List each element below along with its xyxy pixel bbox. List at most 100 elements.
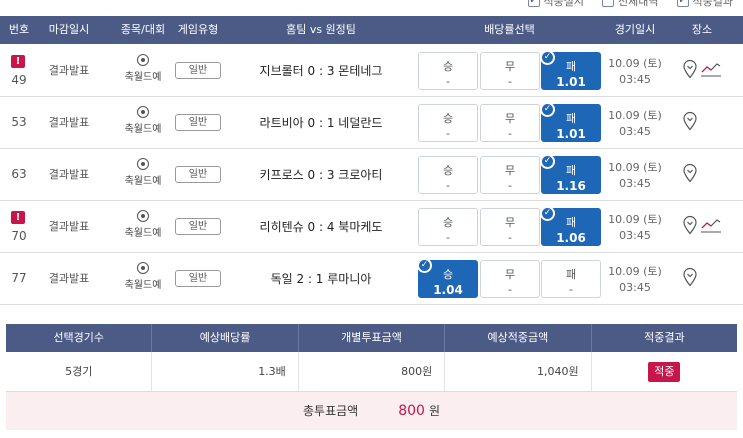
- check-icon: ✓: [540, 206, 555, 221]
- match-row: ! 70 결과발표 축월드예 일반 리히텐슈 0 : 4 북마케도 승 - 무 - ✓ 패 1.06 10…: [0, 201, 743, 253]
- league-name: 축월드예: [124, 124, 162, 135]
- summary-header-games: 선택경기수: [6, 324, 153, 352]
- sport-league: 축월드예: [108, 210, 178, 239]
- checkbox-icon[interactable]: ✓: [676, 0, 689, 7]
- odds-value: -: [508, 179, 512, 192]
- league-name: 축월드예: [124, 280, 162, 291]
- sport-league: 축월드예: [108, 54, 178, 83]
- odds-lose-button[interactable]: ✓ 패 1.06: [540, 206, 601, 246]
- odds-label: 무: [504, 268, 516, 281]
- location-pin-icon[interactable]: [682, 111, 698, 131]
- game-type-badge: 일반: [175, 218, 221, 235]
- odds-value: 1.16: [556, 179, 586, 193]
- odds-draw-button[interactable]: 무-: [480, 156, 540, 194]
- total-label: 총투표금액: [303, 404, 359, 418]
- odds-draw-button[interactable]: 무-: [480, 208, 540, 246]
- deadline: 결과발표: [48, 64, 90, 77]
- match-date: 10.09 (토): [608, 161, 662, 174]
- match-time: 03:45: [619, 229, 651, 242]
- summary-body: 5경기 1.3배 800원 1,040원 적중: [6, 352, 737, 392]
- alert-icon: !: [11, 211, 25, 224]
- odds-draw-button[interactable]: 무-: [480, 260, 540, 298]
- game-type-badge: 일반: [175, 270, 221, 287]
- odds-lose-button[interactable]: ✓ 패 1.01: [540, 50, 601, 90]
- match-teams[interactable]: 라트비아 0 : 1 네덜란드: [236, 97, 406, 149]
- header-num: 번호: [8, 23, 30, 36]
- trend-chart-icon[interactable]: [700, 215, 722, 235]
- odds-win-button[interactable]: ✓ 승 1.04: [417, 258, 478, 298]
- league-name: 축월드예: [124, 72, 162, 83]
- match-num: 77: [0, 253, 38, 305]
- odds-lose-button[interactable]: ✓ 패 1.01: [540, 102, 601, 142]
- odds-value: 1.01: [556, 75, 586, 89]
- check-icon: ✓: [417, 258, 432, 273]
- match-time: 03:45: [619, 125, 651, 138]
- soccer-ball-icon: [137, 210, 149, 222]
- match-number: 70: [11, 229, 27, 243]
- odds-value: -: [569, 283, 573, 296]
- game-type-badge: 일반: [175, 166, 221, 183]
- filter-all[interactable]: 전체내역: [602, 0, 659, 8]
- summary-bet: 800원: [299, 352, 446, 391]
- odds-label: 무: [504, 216, 516, 229]
- odds-label: 승: [442, 112, 454, 125]
- match-num: 53: [0, 97, 38, 149]
- trend-chart-icon[interactable]: [700, 59, 722, 79]
- odds-lose-button[interactable]: 패-: [541, 260, 601, 298]
- total-amount: 800: [398, 403, 425, 419]
- soccer-ball-icon: [137, 262, 149, 274]
- summary-header: 선택경기수 예상배당률 개별투표금액 예상적중금액 적중결과: [6, 324, 737, 352]
- match-datetime: 10.09 (토) 03:45: [604, 108, 666, 140]
- match-datetime: 10.09 (토) 03:45: [604, 212, 666, 244]
- match-teams[interactable]: 리히텐슈 0 : 4 북마케도: [236, 201, 406, 253]
- sport-league: 축월드예: [108, 106, 178, 135]
- checkbox-icon[interactable]: [602, 0, 615, 7]
- sport-league: 축월드예: [108, 158, 178, 187]
- location-pin-icon[interactable]: [682, 163, 698, 183]
- filter-hit-result[interactable]: ✓ 적중결과: [676, 0, 733, 8]
- filter-hit-live[interactable]: ✓ 적중실시: [527, 0, 584, 8]
- odds-value: -: [446, 179, 450, 192]
- header-game-type: 게임유형: [177, 23, 219, 36]
- match-datetime: 10.09 (토) 03:45: [604, 160, 666, 192]
- odds-value: -: [446, 75, 450, 88]
- match-row: 63 결과발표 축월드예 일반 키프로스 0 : 3 크로아티 승 - 무 - ✓ 패 1.16 10.…: [0, 149, 743, 201]
- deadline: 결과발표: [48, 116, 90, 129]
- match-number: 77: [11, 271, 27, 285]
- match-teams[interactable]: 독일 2 : 1 루마니아: [236, 253, 406, 305]
- odds-lose-button[interactable]: ✓ 패 1.16: [540, 154, 601, 194]
- header-match: 홈팀 vs 원정팀: [286, 23, 356, 36]
- match-date: 10.09 (토): [608, 213, 662, 226]
- location-pin-icon[interactable]: [682, 267, 698, 287]
- check-icon: ✓: [540, 102, 555, 117]
- match-time: 03:45: [619, 177, 651, 190]
- match-teams[interactable]: 키프로스 0 : 3 크로아티: [236, 149, 406, 201]
- odds-win-button[interactable]: 승-: [418, 104, 478, 142]
- checkbox-icon[interactable]: ✓: [527, 0, 540, 7]
- odds-label: 패: [565, 268, 577, 281]
- deadline: 결과발표: [48, 272, 90, 285]
- summary-header-expected: 예상적중금액: [445, 324, 592, 352]
- match-num: 63: [0, 149, 38, 201]
- odds-draw-button[interactable]: 무-: [480, 104, 540, 142]
- header-deadline: 마감일시: [48, 23, 90, 36]
- match-date: 10.09 (토): [608, 57, 662, 70]
- venue: [682, 267, 698, 287]
- summary-games: 5경기: [6, 352, 153, 391]
- match-teams[interactable]: 지브롤터 0 : 3 몬테네그: [236, 45, 406, 97]
- odds-draw-button[interactable]: 무-: [480, 52, 540, 90]
- odds-win-button[interactable]: 승-: [418, 208, 478, 246]
- odds-win-button[interactable]: 승-: [418, 156, 478, 194]
- game-type-badge: 일반: [175, 114, 221, 131]
- match-datetime: 10.09 (토) 03:45: [604, 56, 666, 88]
- header-date: 경기일시: [614, 23, 656, 36]
- venue: [682, 163, 698, 183]
- soccer-ball-icon: [137, 54, 149, 66]
- location-pin-icon[interactable]: [682, 215, 698, 235]
- location-pin-icon[interactable]: [682, 59, 698, 79]
- venue: [682, 215, 722, 235]
- total-unit: 원: [428, 404, 440, 418]
- odds-label: 무: [504, 164, 516, 177]
- odds-win-button[interactable]: 승-: [418, 52, 478, 90]
- match-row: ! 49 결과발표 축월드예 일반 지브롤터 0 : 3 몬테네그 승 - 무 - ✓ 패 1.01 10…: [0, 45, 743, 97]
